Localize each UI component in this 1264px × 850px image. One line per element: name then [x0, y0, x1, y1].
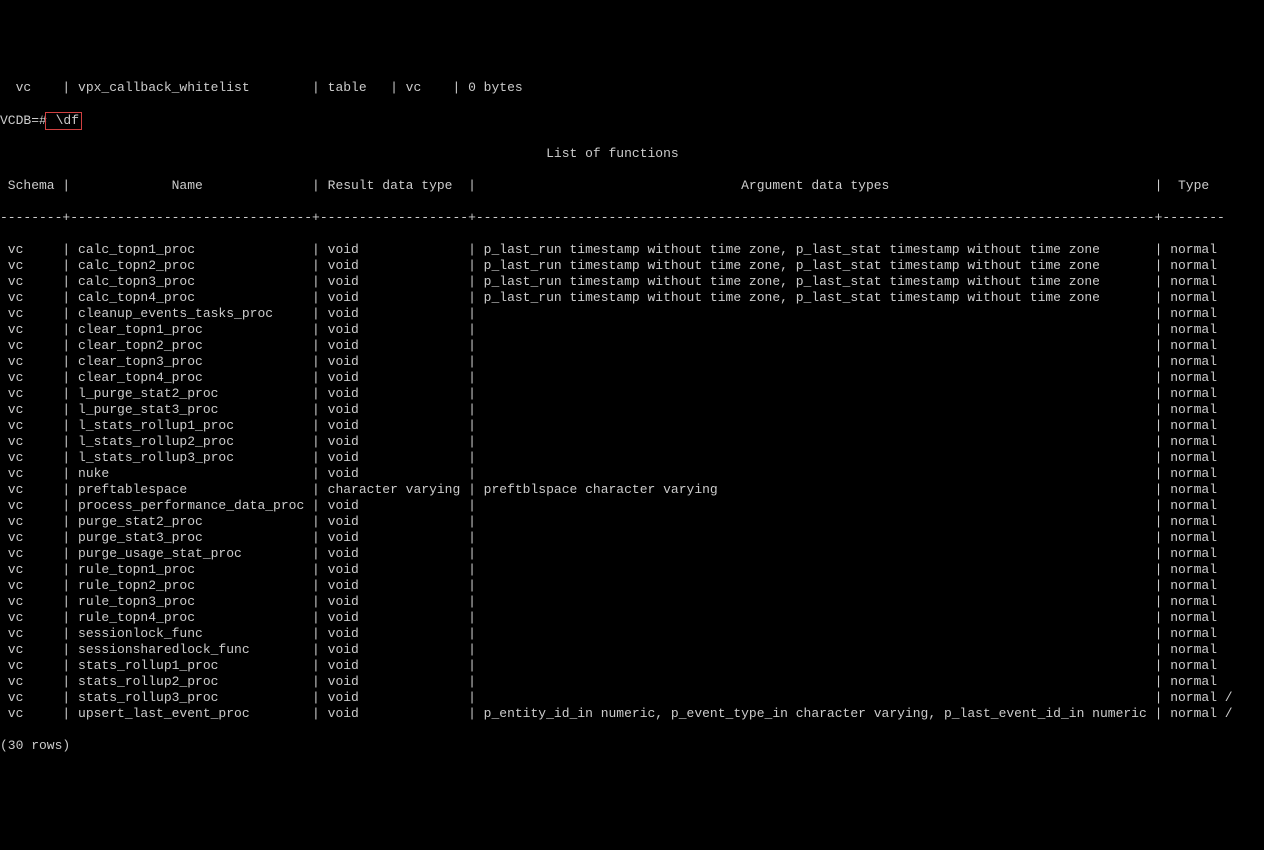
table-row: vc | l_stats_rollup3_proc | void | | nor…: [0, 450, 1264, 466]
table-body: vc | calc_topn1_proc | void | p_last_run…: [0, 242, 1264, 722]
table-row: vc | rule_topn1_proc | void | | normal: [0, 562, 1264, 578]
table-row: vc | stats_rollup2_proc | void | | norma…: [0, 674, 1264, 690]
header-line: Schema | Name | Result data type | Argum…: [0, 178, 1264, 194]
table-row: vc | cleanup_events_tasks_proc | void | …: [0, 306, 1264, 322]
command-text: \df: [48, 113, 79, 128]
table-row: vc | purge_stat2_proc | void | | normal: [0, 514, 1264, 530]
terminal-output[interactable]: vc | vpx_callback_whitelist | table | vc…: [0, 64, 1264, 770]
prompt-prefix: VCDB=#: [0, 113, 47, 128]
table-row: vc | calc_topn1_proc | void | p_last_run…: [0, 242, 1264, 258]
table-row: vc | l_purge_stat2_proc | void | | norma…: [0, 386, 1264, 402]
divider-line: --------+-------------------------------…: [0, 210, 1264, 226]
prompt-line[interactable]: VCDB=# \df: [0, 112, 1264, 130]
table-row: vc | stats_rollup1_proc | void | | norma…: [0, 658, 1264, 674]
table-row: vc | calc_topn4_proc | void | p_last_run…: [0, 290, 1264, 306]
table-row: vc | stats_rollup3_proc | void | | norma…: [0, 690, 1264, 706]
table-row: vc | purge_stat3_proc | void | | normal: [0, 530, 1264, 546]
prev-table-row: vc | vpx_callback_whitelist | table | vc…: [0, 80, 1264, 96]
table-row: vc | calc_topn2_proc | void | p_last_run…: [0, 258, 1264, 274]
table-row: vc | rule_topn3_proc | void | | normal: [0, 594, 1264, 610]
table-row: vc | l_stats_rollup2_proc | void | | nor…: [0, 434, 1264, 450]
table-row: vc | sessionlock_func | void | | normal: [0, 626, 1264, 642]
footer-line: (30 rows): [0, 738, 1264, 754]
table-row: vc | clear_topn4_proc | void | | normal: [0, 370, 1264, 386]
table-row: vc | clear_topn3_proc | void | | normal: [0, 354, 1264, 370]
table-row: vc | nuke | void | | normal: [0, 466, 1264, 482]
table-row: vc | process_performance_data_proc | voi…: [0, 498, 1264, 514]
table-row: vc | clear_topn1_proc | void | | normal: [0, 322, 1264, 338]
table-row: vc | preftablespace | character varying …: [0, 482, 1264, 498]
table-row: vc | calc_topn3_proc | void | p_last_run…: [0, 274, 1264, 290]
table-row: vc | sessionsharedlock_func | void | | n…: [0, 642, 1264, 658]
title-line: List of functions: [0, 146, 1264, 162]
table-row: vc | purge_usage_stat_proc | void | | no…: [0, 546, 1264, 562]
table-row: vc | l_purge_stat3_proc | void | | norma…: [0, 402, 1264, 418]
table-row: vc | l_stats_rollup1_proc | void | | nor…: [0, 418, 1264, 434]
table-row: vc | upsert_last_event_proc | void | p_e…: [0, 706, 1264, 722]
table-row: vc | rule_topn4_proc | void | | normal: [0, 610, 1264, 626]
command-highlight: \df: [45, 112, 82, 130]
table-row: vc | rule_topn2_proc | void | | normal: [0, 578, 1264, 594]
table-row: vc | clear_topn2_proc | void | | normal: [0, 338, 1264, 354]
